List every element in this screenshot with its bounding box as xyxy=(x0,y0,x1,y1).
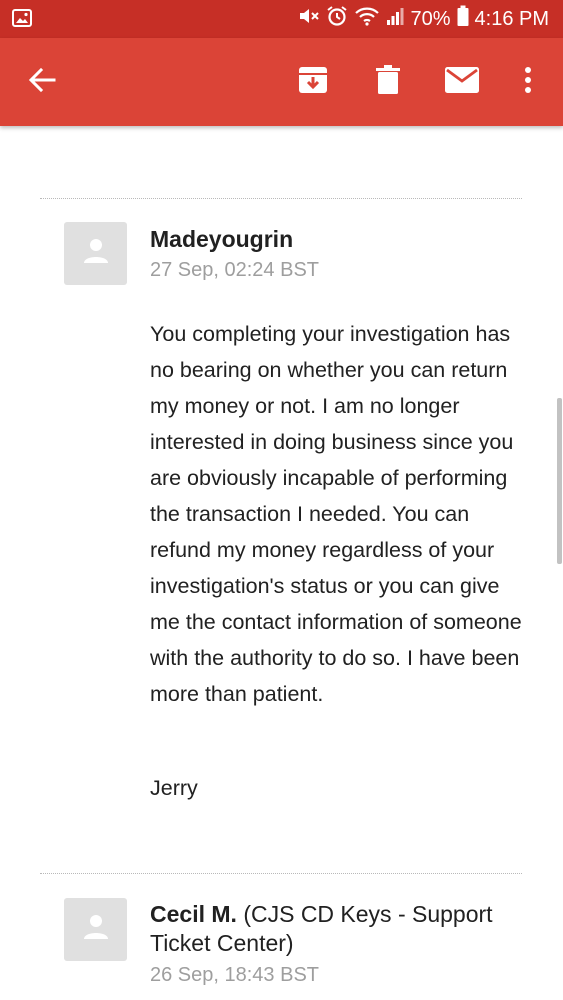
back-arrow-icon xyxy=(28,66,56,99)
message-date: 27 Sep, 02:24 BST xyxy=(150,259,320,281)
person-icon xyxy=(82,913,110,946)
clock: 4:16 PM xyxy=(474,7,549,30)
sender-name: Madeyougrin xyxy=(150,226,294,252)
delete-icon xyxy=(376,64,400,100)
avatar[interactable] xyxy=(64,222,127,285)
mute-icon xyxy=(298,6,320,32)
scrollbar[interactable] xyxy=(557,398,562,564)
mark-unread-button[interactable] xyxy=(432,38,492,126)
message-date: 26 Sep, 18:43 BST xyxy=(150,964,320,986)
sender-name: Cecil M. (CJS CD Keys - Support Ticket C… xyxy=(150,901,493,956)
mail-icon xyxy=(445,66,479,98)
alarm-icon xyxy=(326,5,348,33)
status-bar: 70% 4:16 PM xyxy=(0,0,563,38)
message-divider xyxy=(40,873,522,874)
back-button[interactable] xyxy=(12,38,72,126)
message-body: You completing your investigation has no… xyxy=(150,322,522,706)
more-options-button[interactable] xyxy=(498,38,558,126)
gallery-icon xyxy=(12,9,32,32)
message-divider xyxy=(40,198,522,199)
signal-icon xyxy=(386,6,404,32)
person-icon xyxy=(82,237,110,270)
message-signature: Jerry xyxy=(150,776,198,800)
more-vert-icon xyxy=(524,66,532,99)
archive-button[interactable] xyxy=(283,38,343,126)
delete-button[interactable] xyxy=(358,38,418,126)
app-bar xyxy=(0,38,563,126)
battery-icon xyxy=(457,5,469,33)
battery-percent: 70% xyxy=(410,7,451,30)
wifi-icon xyxy=(354,5,380,33)
archive-icon xyxy=(298,65,328,100)
avatar[interactable] xyxy=(64,898,127,961)
